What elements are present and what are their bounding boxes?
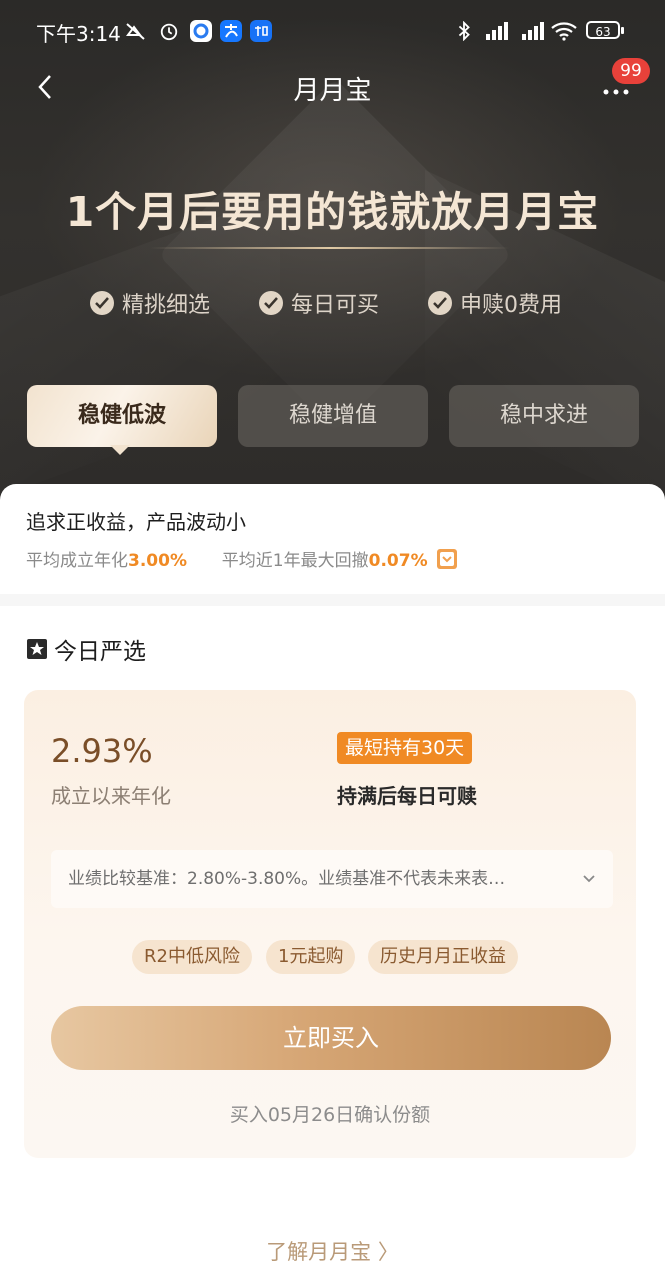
avg-return-label: 平均成立年化 <box>26 551 128 571</box>
feature-label: 精挑细选 <box>122 293 211 318</box>
strategy-title: 追求正收益，产品波动小 <box>26 510 246 534</box>
risk-tag: R2中低风险 <box>132 940 252 974</box>
star-badge-icon <box>27 639 47 659</box>
feature-label: 每日可买 <box>291 293 380 318</box>
history-tag: 历史月月正收益 <box>368 940 518 974</box>
product-card[interactable]: 2.93% 成立以来年化 最短持有30天 持满后每日可赎 业绩比较基准：2.80… <box>24 690 636 1158</box>
strategy-stats: 平均成立年化3.00% 平均近1年最大回撤0.07% <box>26 546 458 571</box>
strategy-tabs: 稳健低波 稳健增值 稳中求进 <box>0 385 665 465</box>
feature-item: 精挑细选 <box>90 287 210 319</box>
tab-steady-growth[interactable]: 稳健增值 <box>238 385 428 447</box>
nav-bar: 月月宝 <box>0 62 665 112</box>
hero-headline: 1个月后要用的钱就放月月宝 <box>65 188 600 236</box>
benchmark-text: 业绩比较基准：2.80%-3.80%。业绩基准不代表未来表… <box>68 869 506 889</box>
zhihu-icon <box>250 20 272 42</box>
status-bar: 下午3:14 63 <box>0 0 665 62</box>
redeem-rule: 持满后每日可赎 <box>337 784 477 808</box>
tab-pointer <box>110 445 130 455</box>
learn-more-link[interactable]: 了解月月宝 〉 <box>0 1236 665 1266</box>
alarm-icon <box>160 23 178 41</box>
battery-icon: 63 <box>586 21 624 39</box>
buy-button[interactable]: 立即买入 <box>51 1006 611 1070</box>
min-purchase-tag: 1元起购 <box>266 940 356 974</box>
wifi-icon <box>551 22 577 41</box>
signal-icon <box>486 22 508 40</box>
feature-label: 申赎0费用 <box>460 293 562 318</box>
chevron-down-icon <box>583 875 595 883</box>
expand-icon[interactable] <box>437 549 458 569</box>
feature-item: 申赎0费用 <box>428 287 562 319</box>
check-icon <box>428 291 452 315</box>
mute-icon <box>126 23 145 40</box>
section-title: 今日严选 <box>54 639 146 665</box>
app-icon <box>190 20 212 42</box>
bluetooth-icon <box>458 21 470 41</box>
annual-rate: 2.93% <box>51 732 153 770</box>
drawdown-value: 0.07% <box>368 551 428 571</box>
check-icon <box>90 291 114 315</box>
avg-return-value: 3.00% <box>128 551 187 571</box>
annual-rate-label: 成立以来年化 <box>51 784 171 808</box>
tab-steady-low-volatility[interactable]: 稳健低波 <box>27 385 217 447</box>
section-divider <box>0 594 665 606</box>
hero-banner: 下午3:14 63 月月宝 99 1个月后要用的钱就放月月宝 精挑细选 每日可买… <box>0 0 665 500</box>
confirm-date-text: 买入05月26日确认份额 <box>229 1104 431 1126</box>
tab-steady-progress[interactable]: 稳中求进 <box>449 385 639 447</box>
benchmark-row[interactable]: 业绩比较基准：2.80%-3.80%。业绩基准不代表未来表… <box>51 850 613 908</box>
feature-item: 每日可买 <box>259 287 379 319</box>
signal-icon <box>522 22 544 40</box>
notification-badge: 99 <box>612 58 650 84</box>
headline-underline <box>150 247 510 249</box>
alipay-icon <box>220 20 242 42</box>
page-title: 月月宝 <box>293 76 372 106</box>
section-header: 今日严选 <box>26 632 146 666</box>
check-icon <box>259 291 283 315</box>
status-time: 下午3:14 <box>36 22 121 46</box>
strategy-description: 追求正收益，产品波动小 平均成立年化3.00% 平均近1年最大回撤0.07% <box>0 484 665 594</box>
drawdown-label: 平均近1年最大回撤 <box>221 551 369 571</box>
hold-period-tag: 最短持有30天 <box>337 732 473 764</box>
